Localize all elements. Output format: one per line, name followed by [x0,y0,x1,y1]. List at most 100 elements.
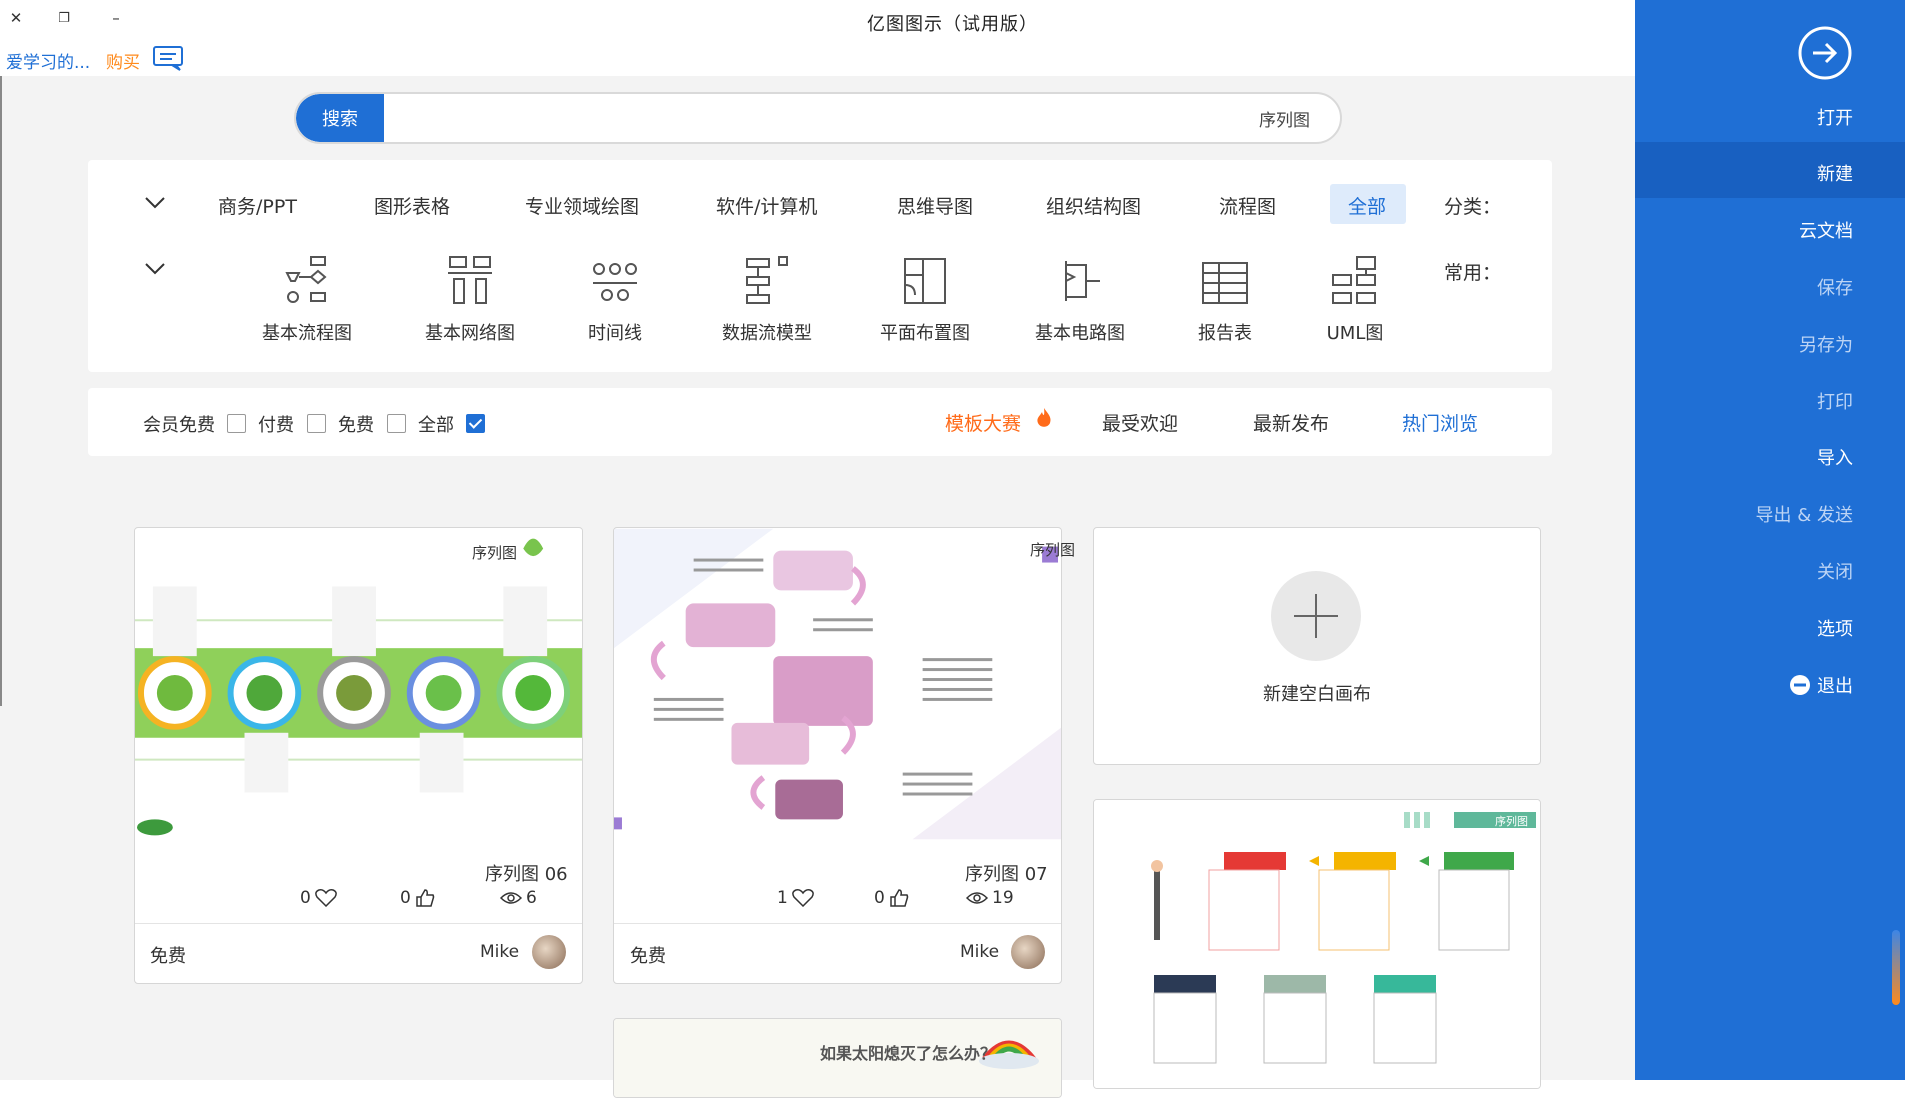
left-divider [0,76,2,706]
category-tab-org-chart[interactable]: 组织结构图 [1046,192,1141,219]
favorites-stat[interactable]: 0 [300,888,337,908]
floor-plan-icon [904,258,946,304]
search-box[interactable]: 搜索 序列图 [294,92,1342,144]
checkbox-label-member-free: 会员免费 [143,415,215,436]
tool-data-flow[interactable]: 数据流模型 [712,255,822,345]
filter-tab-contest[interactable]: 模板大赛 [945,409,1021,436]
thumbs-up-icon [890,889,909,907]
circuit-icon [1065,261,1100,301]
checkbox-all[interactable] [466,414,485,433]
sidebar-item-new[interactable]: 新建 [1817,160,1853,186]
favorites-count: 0 [300,888,311,908]
tool-label: 平面布置图 [880,323,970,344]
thumbs-up-icon [416,889,435,907]
author-avatar[interactable] [1011,935,1045,969]
menu-row [0,42,1635,76]
author-name[interactable]: Mike [480,942,519,962]
sidebar-item-save-as[interactable]: 另存为 [1799,331,1853,357]
views-stat: 19 [966,888,1014,908]
template-thumbnail [135,528,582,840]
category-expand-chevron-icon[interactable] [144,196,166,210]
likes-stat[interactable]: 0 [874,888,909,908]
tool-label: 数据流模型 [722,323,812,344]
tool-report[interactable]: 报告表 [1170,255,1280,345]
category-tab-software[interactable]: 软件/计算机 [716,192,817,219]
exit-icon [1790,675,1810,695]
template-thumbnail [1094,800,1540,1088]
scrollbar-thumb[interactable] [1892,930,1900,1005]
tool-label: 时间线 [588,323,642,344]
heart-icon [314,889,337,907]
tool-circuit[interactable]: 基本电路图 [1025,255,1135,345]
checkbox-free[interactable] [387,414,406,433]
template-card[interactable] [1093,799,1541,1089]
author-name[interactable]: Mike [960,942,999,962]
filter-tab-latest[interactable]: 最新发布 [1253,409,1329,436]
common-expand-chevron-icon[interactable] [144,262,166,276]
sidebar-item-import[interactable]: 导入 [1817,444,1853,470]
sidebar-item-print[interactable]: 打印 [1817,388,1853,414]
user-name-link[interactable]: 爱学习的... [6,48,90,73]
checkbox-label-all: 全部 [418,415,454,436]
thumbnail-title: 序列图 [1030,541,1076,559]
tool-floor-plan[interactable]: 平面布置图 [870,255,980,345]
card-divider [614,923,1061,924]
data-flow-icon [746,256,788,304]
tool-label: 基本流程图 [262,323,352,344]
sidebar-item-open[interactable]: 打开 [1817,104,1853,130]
tool-label: 基本网络图 [425,323,515,344]
checkbox-member-free[interactable] [227,414,246,433]
search-input[interactable]: 序列图 [1259,106,1310,131]
tool-uml[interactable]: UML图 [1300,255,1410,345]
tool-basic-flowchart[interactable]: 基本流程图 [252,255,362,345]
tool-timeline[interactable]: 时间线 [560,255,670,345]
card-title: 序列图 06 [485,864,568,885]
likes-count: 0 [400,888,411,908]
buy-link[interactable]: 购买 [106,48,140,73]
eye-icon [500,892,522,904]
likes-count: 0 [874,888,885,908]
plus-icon [1294,594,1338,638]
tool-label: 基本电路图 [1035,323,1125,344]
category-tab-professional[interactable]: 专业领域绘图 [525,192,639,219]
report-table-icon [1202,262,1248,304]
eye-icon [966,892,988,904]
sidebar-item-export-send[interactable]: 导出 & 发送 [1756,501,1853,527]
flame-icon [1037,408,1051,427]
category-tab-graphics-table[interactable]: 图形表格 [374,192,450,219]
price-label: 免费 [150,946,186,967]
checkbox-paid[interactable] [307,414,326,433]
open-arrow-icon[interactable] [1797,25,1853,81]
category-tab-all[interactable]: 全部 [1348,192,1386,219]
template-card[interactable] [134,527,583,984]
favorites-stat[interactable]: 1 [777,888,814,908]
author-avatar[interactable] [532,935,566,969]
thumbnail-title: 序列图 [472,544,518,562]
flowchart-icon [285,256,327,303]
favorites-count: 1 [777,888,788,908]
template-card[interactable] [613,527,1062,984]
sidebar-item-options[interactable]: 选项 [1817,615,1853,641]
category-label: 分类： [1444,196,1502,218]
category-tab-mindmap[interactable]: 思维导图 [897,192,973,219]
category-tab-business-ppt[interactable]: 商务/PPT [218,192,297,219]
likes-stat[interactable]: 0 [400,888,435,908]
search-button[interactable]: 搜索 [296,94,384,142]
sidebar-item-close[interactable]: 关闭 [1817,558,1853,584]
tool-label: 报告表 [1198,323,1252,344]
sidebar-item-label: 退出 [1817,676,1853,697]
common-label: 常用： [1444,262,1502,284]
thumbnail-title: 序列图 [1495,815,1528,828]
category-tab-flowchart[interactable]: 流程图 [1219,192,1276,219]
tool-label: UML图 [1326,323,1384,344]
sidebar-item-cloud-docs[interactable]: 云文档 [1799,217,1853,243]
views-count: 6 [526,888,537,908]
sidebar-item-save[interactable]: 保存 [1817,274,1853,300]
feedback-chat-icon[interactable] [152,45,184,71]
filter-tab-popular[interactable]: 最受欢迎 [1102,409,1178,436]
sidebar-item-exit[interactable]: 退出 [1789,672,1853,698]
filter-tab-hot[interactable]: 热门浏览 [1402,409,1478,436]
tool-network[interactable]: 基本网络图 [415,255,525,345]
checkbox-label-paid: 付费 [258,415,294,436]
new-canvas-label: 新建空白画布 [1263,684,1371,705]
